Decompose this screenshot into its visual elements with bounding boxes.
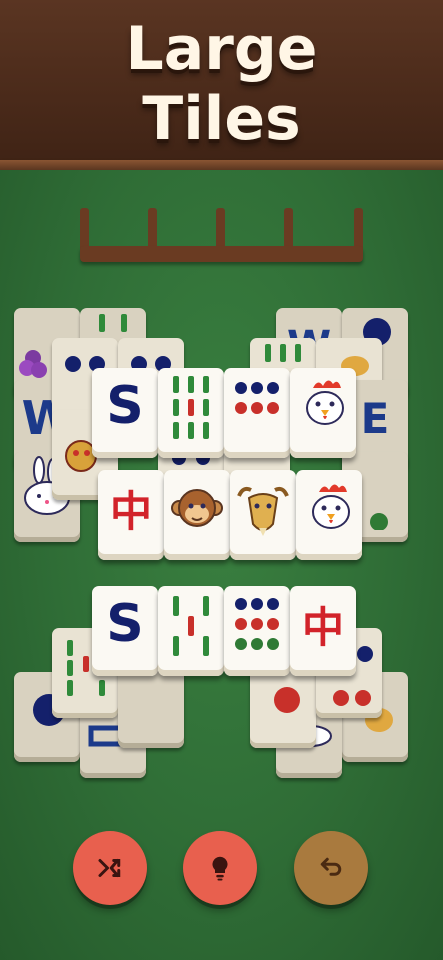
hint-button[interactable] [183, 831, 257, 905]
tile-circles-six[interactable] [224, 368, 290, 458]
tile-circles-nine[interactable] [224, 586, 290, 676]
lightbulb-icon [212, 856, 228, 881]
tile-goat[interactable] [230, 470, 296, 560]
tile-rooster-1[interactable] [290, 368, 356, 458]
tile-s-1[interactable]: S [92, 368, 158, 458]
tile-bamboo-five[interactable] [158, 586, 224, 676]
page-title: Large Tiles [0, 14, 443, 154]
tile-zhong-char: 中 [109, 486, 152, 536]
tile-zhong-1[interactable]: 中 [98, 470, 164, 560]
tile-s-letter: S [106, 594, 144, 655]
title-line-1: Large [125, 14, 318, 84]
tile-zhong-2[interactable]: 中 [290, 586, 356, 676]
tile-tray [80, 208, 363, 264]
title-line-2: Tiles [142, 84, 301, 154]
shuffle-button[interactable] [73, 831, 147, 905]
undo-button[interactable] [294, 831, 368, 905]
tile-zhong-char: 中 [301, 602, 344, 652]
header-banner: Large Tiles [0, 0, 443, 165]
tile-monkey[interactable] [164, 470, 230, 560]
undo-icon [320, 857, 342, 876]
tile-s-2[interactable]: S [92, 586, 158, 676]
shuffle-icon [98, 859, 121, 877]
tile-rooster-2[interactable] [296, 470, 362, 560]
tile-bamboo-six[interactable] [158, 368, 224, 458]
tile-s-letter: S [106, 376, 144, 437]
tray-base [80, 246, 363, 262]
header-edge [0, 160, 443, 170]
